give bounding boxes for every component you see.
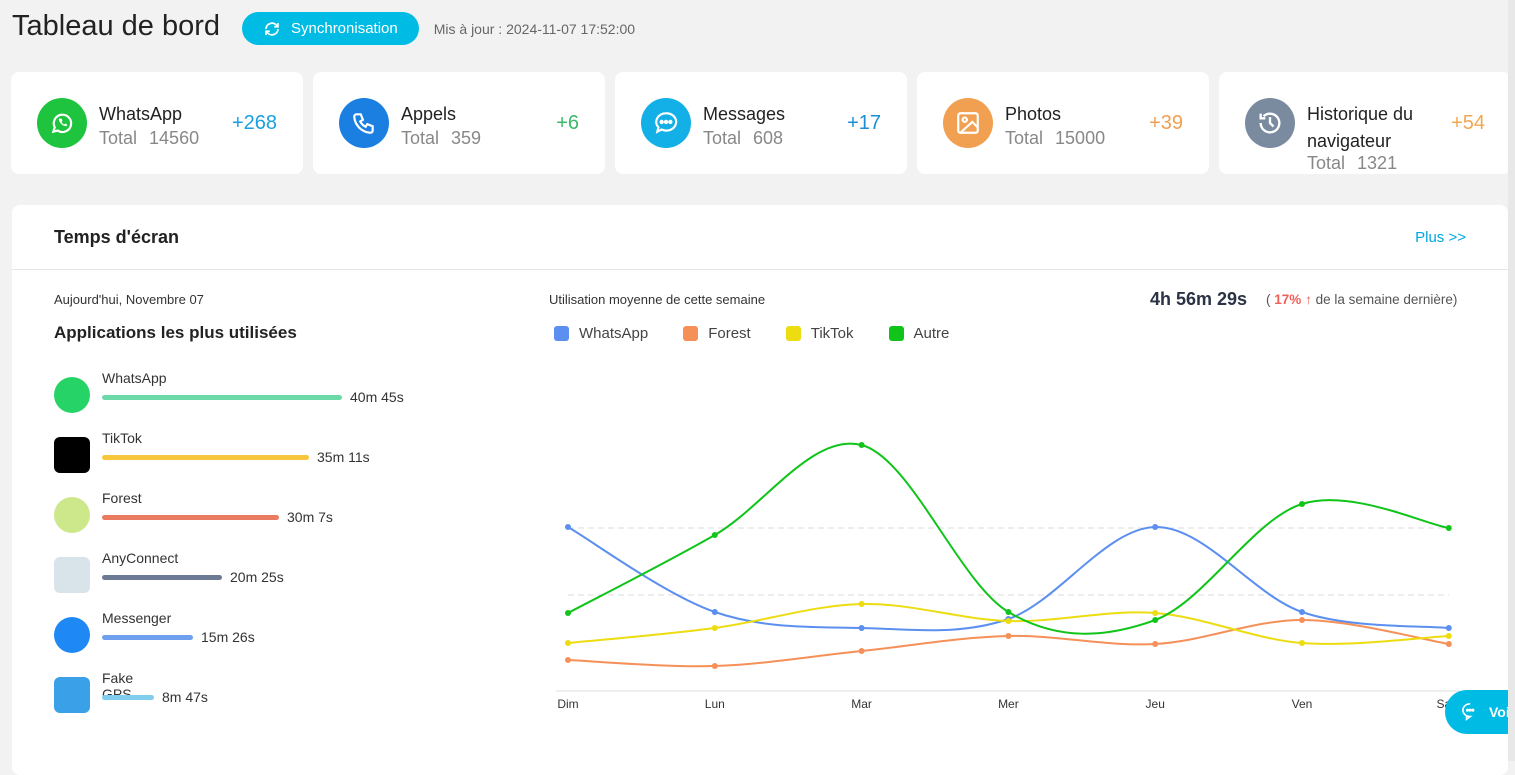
line-chart: DimLunMarMerJeuVenSam [556,442,1461,711]
data-point[interactable] [1152,524,1159,530]
data-point[interactable] [711,532,718,538]
data-point[interactable] [565,657,571,663]
data-point[interactable] [1299,640,1305,646]
data-point[interactable] [711,625,718,631]
data-point[interactable] [565,610,571,616]
data-point[interactable] [1445,633,1452,639]
x-tick-label: Lun [705,697,725,711]
scrollbar[interactable] [1508,0,1515,761]
data-point[interactable] [858,625,865,631]
data-point[interactable] [1005,618,1012,624]
data-point[interactable] [858,601,865,607]
data-point[interactable] [565,640,571,646]
data-point[interactable] [858,442,865,448]
chat-bubbles-icon [1462,703,1475,721]
data-point[interactable] [1152,641,1159,647]
x-tick-label: Jeu [1146,697,1165,711]
chat-button[interactable]: Voir [1445,690,1515,734]
x-tick-label: Mer [998,697,1019,711]
x-tick-label: Ven [1292,697,1313,711]
data-point[interactable] [711,663,718,669]
data-point[interactable] [1005,609,1012,615]
data-point[interactable] [711,609,718,615]
data-point[interactable] [1299,609,1305,615]
data-point[interactable] [1152,617,1159,623]
data-point[interactable] [1005,633,1012,639]
data-point[interactable] [1152,610,1159,616]
data-point[interactable] [858,648,865,654]
x-tick-label: Mar [851,697,872,711]
data-point[interactable] [1445,525,1452,531]
x-tick-label: Dim [557,697,578,711]
data-point[interactable] [1299,617,1305,623]
data-point[interactable] [1299,501,1305,507]
data-point[interactable] [1445,625,1452,631]
data-point[interactable] [565,524,571,530]
data-point[interactable] [1445,641,1452,647]
